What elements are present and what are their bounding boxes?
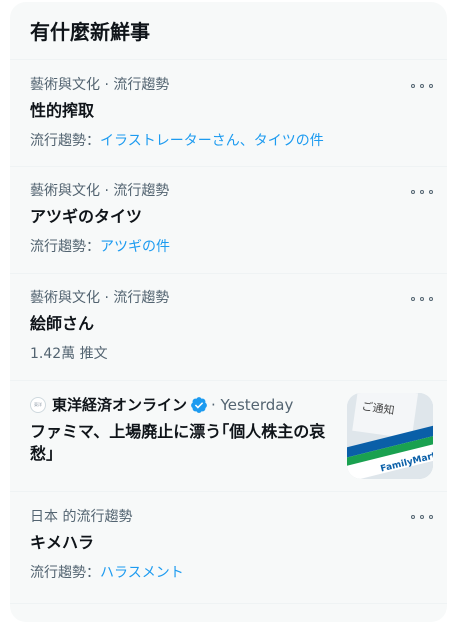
trend-subtitle-link[interactable]: イラストレーターさん、タイツの件	[100, 133, 324, 149]
verified-badge-icon	[191, 397, 207, 413]
trend-title: 性的搾取	[30, 101, 95, 120]
news-headline: ファミマ、上場廃止に漂う｢個人株主の哀愁｣	[30, 422, 326, 463]
trend-subtitle: 流行趨勢：ハラスメント	[30, 564, 431, 582]
more-options-icon[interactable]	[411, 294, 433, 304]
news-item[interactable]: 東洋 東洋経済オンライン · Yesterday ファミマ、上場廃止に漂う｢個人…	[10, 381, 447, 492]
more-options-icon[interactable]	[411, 81, 433, 91]
trend-item[interactable]: 日本 的流行趨勢 キメハラ 流行趨勢：ハラスメント	[10, 492, 447, 604]
publisher-name: 東洋経済オンライン	[52, 396, 188, 414]
trend-item[interactable]: 藝術與文化 · 流行趨勢 性的搾取 流行趨勢：イラストレーターさん、タイツの件	[10, 60, 447, 167]
trend-subtitle-prefix: 流行趨勢：	[30, 239, 100, 255]
trend-item[interactable]: 藝術與文化 · 流行趨勢 アツギのタイツ 流行趨勢：アツギの件	[10, 167, 447, 274]
trend-subtitle: 流行趨勢：イラストレーターさん、タイツの件	[30, 132, 431, 150]
more-options-icon[interactable]	[411, 512, 433, 522]
trend-subtitle-prefix: 流行趨勢：	[30, 133, 100, 149]
trend-context: 日本 的流行趨勢	[30, 509, 133, 525]
thumbnail-image: ご通知 FamilyMart	[347, 393, 433, 479]
news-thumbnail[interactable]: ご通知 FamilyMart	[347, 393, 433, 479]
trend-subtitle-prefix: 流行趨勢：	[30, 565, 100, 581]
trend-subtitle-link[interactable]: アツギの件	[100, 239, 170, 255]
trend-subtitle: 流行趨勢：アツギの件	[30, 238, 431, 256]
trend-context: 藝術與文化 · 流行趨勢	[30, 183, 170, 199]
post-time: · Yesterday	[211, 396, 294, 414]
trends-panel: 有什麼新鮮事 藝術與文化 · 流行趨勢 性的搾取 流行趨勢：イラストレーターさん…	[10, 2, 447, 622]
trend-title: アツギのタイツ	[30, 207, 143, 226]
trend-subtitle-link[interactable]: ハラスメント	[100, 565, 184, 581]
trend-title: 絵師さん	[30, 314, 95, 333]
more-options-icon[interactable]	[411, 187, 433, 197]
trend-title: キメハラ	[30, 533, 95, 552]
section-title: 有什麼新鮮事	[10, 2, 447, 60]
trend-item[interactable]: 藝術與文化 · 流行趨勢 絵師さん 1.42萬 推文	[10, 274, 447, 381]
publisher-logo: 東洋	[30, 397, 46, 413]
trend-tweet-count: 1.42萬 推文	[30, 346, 108, 362]
trend-context: 藝術與文化 · 流行趨勢	[30, 77, 170, 93]
trend-context: 藝術與文化 · 流行趨勢	[30, 290, 170, 306]
